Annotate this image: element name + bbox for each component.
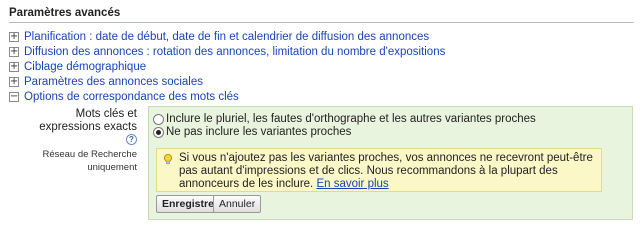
notice-text-block: Si vous n'ajoutez pas les variantes proc… — [179, 152, 595, 191]
radio-exclude-label[interactable]: Ne pas inclure les variantes proches — [166, 126, 351, 138]
accordion-link-sociales[interactable]: Paramètres des annonces sociales — [24, 76, 203, 88]
accordion-item-planification[interactable]: + Planification : date de début, date de… — [9, 30, 429, 44]
accordion-link-ciblage[interactable]: Ciblage démographique — [24, 61, 146, 73]
expand-plus-icon[interactable]: + — [9, 77, 19, 87]
collapse-minus-icon[interactable]: − — [9, 92, 19, 102]
accordion-item-diffusion[interactable]: + Diffusion des annonces : rotation des … — [9, 45, 445, 59]
radio-selected-dot — [156, 129, 161, 135]
keyword-options-label: Mots clés et expressions exacts? Réseau … — [27, 108, 137, 174]
search-network-only-label: Réseau de Recherche uniquement — [42, 149, 137, 173]
exact-keywords-label: Mots clés et expressions exacts — [39, 108, 137, 133]
expand-plus-icon[interactable]: + — [9, 32, 19, 42]
expand-plus-icon[interactable]: + — [9, 47, 19, 57]
radio-include-label[interactable]: Inclure le pluriel, les fautes d'orthogr… — [166, 113, 536, 125]
section-title: Paramètres avancés — [9, 7, 121, 19]
title-divider — [9, 22, 634, 23]
accordion-link-planification[interactable]: Planification : date de début, date de f… — [24, 31, 429, 43]
lightbulb-icon — [163, 153, 173, 165]
accordion-item-sociales[interactable]: + Paramètres des annonces sociales — [9, 75, 203, 89]
info-notice: Si vous n'ajoutez pas les variantes proc… — [156, 148, 602, 192]
accordion-link-diffusion[interactable]: Diffusion des annonces : rotation des an… — [24, 46, 445, 58]
accordion-item-correspondance[interactable]: − Options de correspondance des mots clé… — [9, 90, 239, 104]
radio-include[interactable] — [153, 113, 164, 125]
radio-exclude[interactable] — [153, 126, 164, 138]
learn-more-link[interactable]: En savoir plus — [316, 178, 388, 190]
accordion-item-ciblage[interactable]: + Ciblage démographique — [9, 60, 146, 74]
accordion-link-correspondance[interactable]: Options de correspondance des mots clés — [24, 91, 239, 103]
help-icon[interactable]: ? — [126, 134, 137, 146]
radio-option-exclude[interactable]: Ne pas inclure les variantes proches — [153, 125, 351, 139]
expand-plus-icon[interactable]: + — [9, 62, 19, 72]
radio-option-include[interactable]: Inclure le pluriel, les fautes d'orthogr… — [153, 112, 536, 126]
keyword-options-panel: Inclure le pluriel, les fautes d'orthogr… — [148, 106, 633, 220]
cancel-button[interactable]: Annuler — [213, 195, 262, 213]
